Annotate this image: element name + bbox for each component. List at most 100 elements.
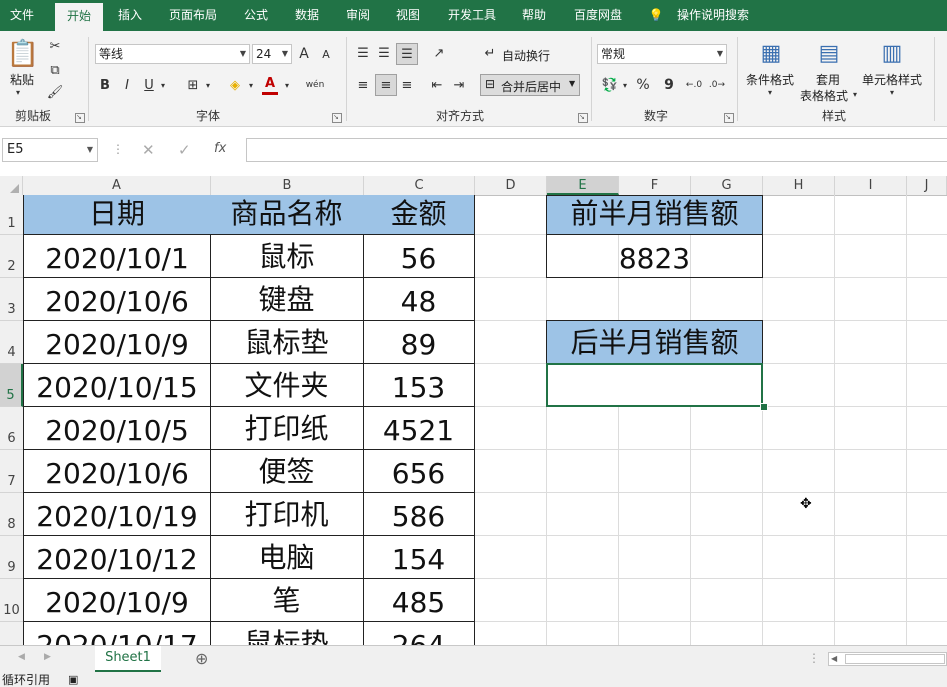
column-header-b[interactable]: B bbox=[211, 176, 364, 195]
menu-data[interactable]: 数据 bbox=[285, 0, 329, 31]
format-as-table-button[interactable]: 表格格式 bbox=[800, 87, 848, 104]
table-cell[interactable]: 打印机 bbox=[210, 492, 364, 536]
scroll-left-icon[interactable]: ◀ bbox=[831, 654, 837, 663]
row-header-6[interactable]: 6 bbox=[0, 407, 23, 450]
row-header-1[interactable]: 1 bbox=[0, 195, 23, 235]
column-header-g[interactable]: G bbox=[691, 176, 763, 195]
first-half-value-cell[interactable]: 8823 bbox=[546, 234, 763, 278]
sheet-tab-sheet1[interactable]: Sheet1 bbox=[95, 646, 161, 672]
alignment-launcher-icon[interactable]: ↘ bbox=[578, 113, 588, 123]
chevron-down-icon[interactable]: ▾ bbox=[12, 87, 24, 97]
table-header-cell[interactable]: 金额 bbox=[363, 195, 475, 235]
shrink-font-icon[interactable]: A bbox=[318, 44, 334, 64]
bold-button[interactable]: B bbox=[98, 75, 112, 95]
table-header-cell[interactable]: 日期 bbox=[23, 195, 211, 235]
chevron-down-icon[interactable]: ▾ bbox=[886, 87, 898, 97]
table-cell[interactable]: 便签 bbox=[210, 449, 364, 493]
align-left-icon[interactable]: ≡ bbox=[354, 75, 372, 95]
table-cell[interactable]: 鼠标垫 bbox=[210, 621, 364, 645]
align-right-icon[interactable]: ≡ bbox=[398, 75, 416, 95]
enter-icon[interactable]: ✓ bbox=[178, 141, 191, 159]
font-name-combo[interactable]: 等线 ▼ bbox=[95, 44, 250, 64]
chevron-down-icon[interactable]: ▾ bbox=[620, 75, 630, 95]
column-header-j[interactable]: J bbox=[907, 176, 947, 195]
paste-button[interactable]: 粘贴 bbox=[10, 71, 34, 88]
cell-grid[interactable]: 前半月销售额 8823 后半月销售额 ✥ 日期 商品名称 金额 2020/10/1 鼠标… bbox=[23, 195, 947, 645]
cell-styles-button[interactable]: 单元格样式 bbox=[862, 71, 922, 88]
menu-home[interactable]: 开始 bbox=[55, 3, 103, 31]
table-cell[interactable]: 485 bbox=[363, 578, 475, 622]
fill-handle[interactable] bbox=[760, 403, 768, 411]
row-header-11[interactable]: 11 bbox=[0, 622, 23, 645]
table-cell[interactable]: 48 bbox=[363, 277, 475, 321]
table-cell[interactable]: 2020/10/17 bbox=[23, 621, 211, 645]
table-cell[interactable]: 2020/10/6 bbox=[23, 277, 211, 321]
column-header-d[interactable]: D bbox=[475, 176, 547, 195]
second-half-label-cell[interactable]: 后半月销售额 bbox=[546, 320, 763, 364]
menu-insert[interactable]: 插入 bbox=[108, 0, 152, 31]
table-cell[interactable]: 2020/10/9 bbox=[23, 578, 211, 622]
cell-styles-icon[interactable]: ▥ bbox=[877, 37, 907, 69]
table-cell[interactable]: 2020/10/1 bbox=[23, 234, 211, 278]
scroll-next-sheet-icon[interactable]: ▶ bbox=[44, 652, 51, 662]
cancel-icon[interactable]: ✕ bbox=[142, 141, 155, 159]
row-header-2[interactable]: 2 bbox=[0, 235, 23, 278]
wrap-text-icon[interactable]: ↵ bbox=[482, 43, 498, 63]
increase-indent-icon[interactable]: ⇥ bbox=[450, 75, 468, 95]
table-cell[interactable]: 2020/10/12 bbox=[23, 535, 211, 579]
menu-review[interactable]: 审阅 bbox=[336, 0, 380, 31]
table-cell[interactable]: 89 bbox=[363, 320, 475, 364]
chevron-down-icon[interactable]: ▾ bbox=[850, 89, 860, 99]
table-cell[interactable]: 打印纸 bbox=[210, 406, 364, 450]
row-header-4[interactable]: 4 bbox=[0, 321, 23, 364]
comma-style-button[interactable]: 9 bbox=[660, 75, 678, 95]
scroll-prev-sheet-icon[interactable]: ◀ bbox=[18, 652, 25, 662]
table-header-cell[interactable]: 商品名称 bbox=[210, 195, 364, 235]
table-cell[interactable]: 264 bbox=[363, 621, 475, 645]
row-header-10[interactable]: 10 bbox=[0, 579, 23, 622]
borders-icon[interactable]: ⊞ bbox=[184, 75, 202, 95]
scrollbar-thumb[interactable] bbox=[845, 654, 945, 664]
number-launcher-icon[interactable]: ↘ bbox=[724, 113, 734, 123]
chevron-down-icon[interactable]: ▼ bbox=[87, 139, 93, 161]
row-header-5[interactable]: 5 bbox=[0, 364, 23, 407]
column-header-i[interactable]: I bbox=[835, 176, 907, 195]
menu-help[interactable]: 帮助 bbox=[512, 0, 556, 31]
italic-button[interactable]: I bbox=[120, 75, 134, 95]
clipboard-launcher-icon[interactable]: ↘ bbox=[75, 113, 85, 123]
merge-center-button[interactable]: ⊟ 合并后居中 ▼ bbox=[480, 74, 580, 96]
table-cell[interactable]: 2020/10/6 bbox=[23, 449, 211, 493]
decrease-decimal-icon[interactable]: .0→ bbox=[707, 75, 727, 95]
column-header-c[interactable]: C bbox=[364, 176, 475, 195]
menu-page-layout[interactable]: 页面布局 bbox=[160, 0, 226, 31]
font-launcher-icon[interactable]: ↘ bbox=[332, 113, 342, 123]
first-half-label-cell[interactable]: 前半月销售额 bbox=[546, 195, 763, 235]
table-cell[interactable]: 鼠标 bbox=[210, 234, 364, 278]
row-header-9[interactable]: 9 bbox=[0, 536, 23, 579]
tab-split-grip-icon[interactable]: ⋮ bbox=[808, 651, 820, 665]
menu-developer[interactable]: 开发工具 bbox=[438, 0, 506, 31]
copy-icon[interactable]: ⧉ bbox=[46, 61, 64, 79]
column-header-e[interactable]: E bbox=[547, 176, 619, 195]
row-header-8[interactable]: 8 bbox=[0, 493, 23, 536]
table-cell[interactable]: 2020/10/5 bbox=[23, 406, 211, 450]
align-middle-icon[interactable]: ☰ bbox=[375, 43, 393, 63]
format-as-table-icon[interactable]: ▤ bbox=[814, 37, 844, 69]
table-cell[interactable]: 4521 bbox=[363, 406, 475, 450]
increase-decimal-icon[interactable]: ←.0 bbox=[684, 75, 704, 95]
table-cell[interactable]: 2020/10/19 bbox=[23, 492, 211, 536]
table-cell[interactable]: 笔 bbox=[210, 578, 364, 622]
column-header-f[interactable]: F bbox=[619, 176, 691, 195]
insert-function-icon[interactable]: fx bbox=[214, 141, 226, 156]
table-cell[interactable]: 键盘 bbox=[210, 277, 364, 321]
accounting-format-icon[interactable]: 💱 bbox=[600, 75, 620, 95]
table-cell[interactable]: 2020/10/15 bbox=[23, 363, 211, 407]
chevron-down-icon[interactable]: ▾ bbox=[764, 87, 776, 97]
percent-style-button[interactable]: % bbox=[634, 75, 652, 95]
table-cell[interactable]: 56 bbox=[363, 234, 475, 278]
formula-input[interactable] bbox=[246, 138, 947, 162]
fill-color-icon[interactable]: ◈ bbox=[226, 75, 244, 95]
column-header-h[interactable]: H bbox=[763, 176, 835, 195]
chevron-down-icon[interactable]: ▾ bbox=[158, 75, 168, 95]
orientation-icon[interactable]: ↗ bbox=[428, 43, 450, 63]
